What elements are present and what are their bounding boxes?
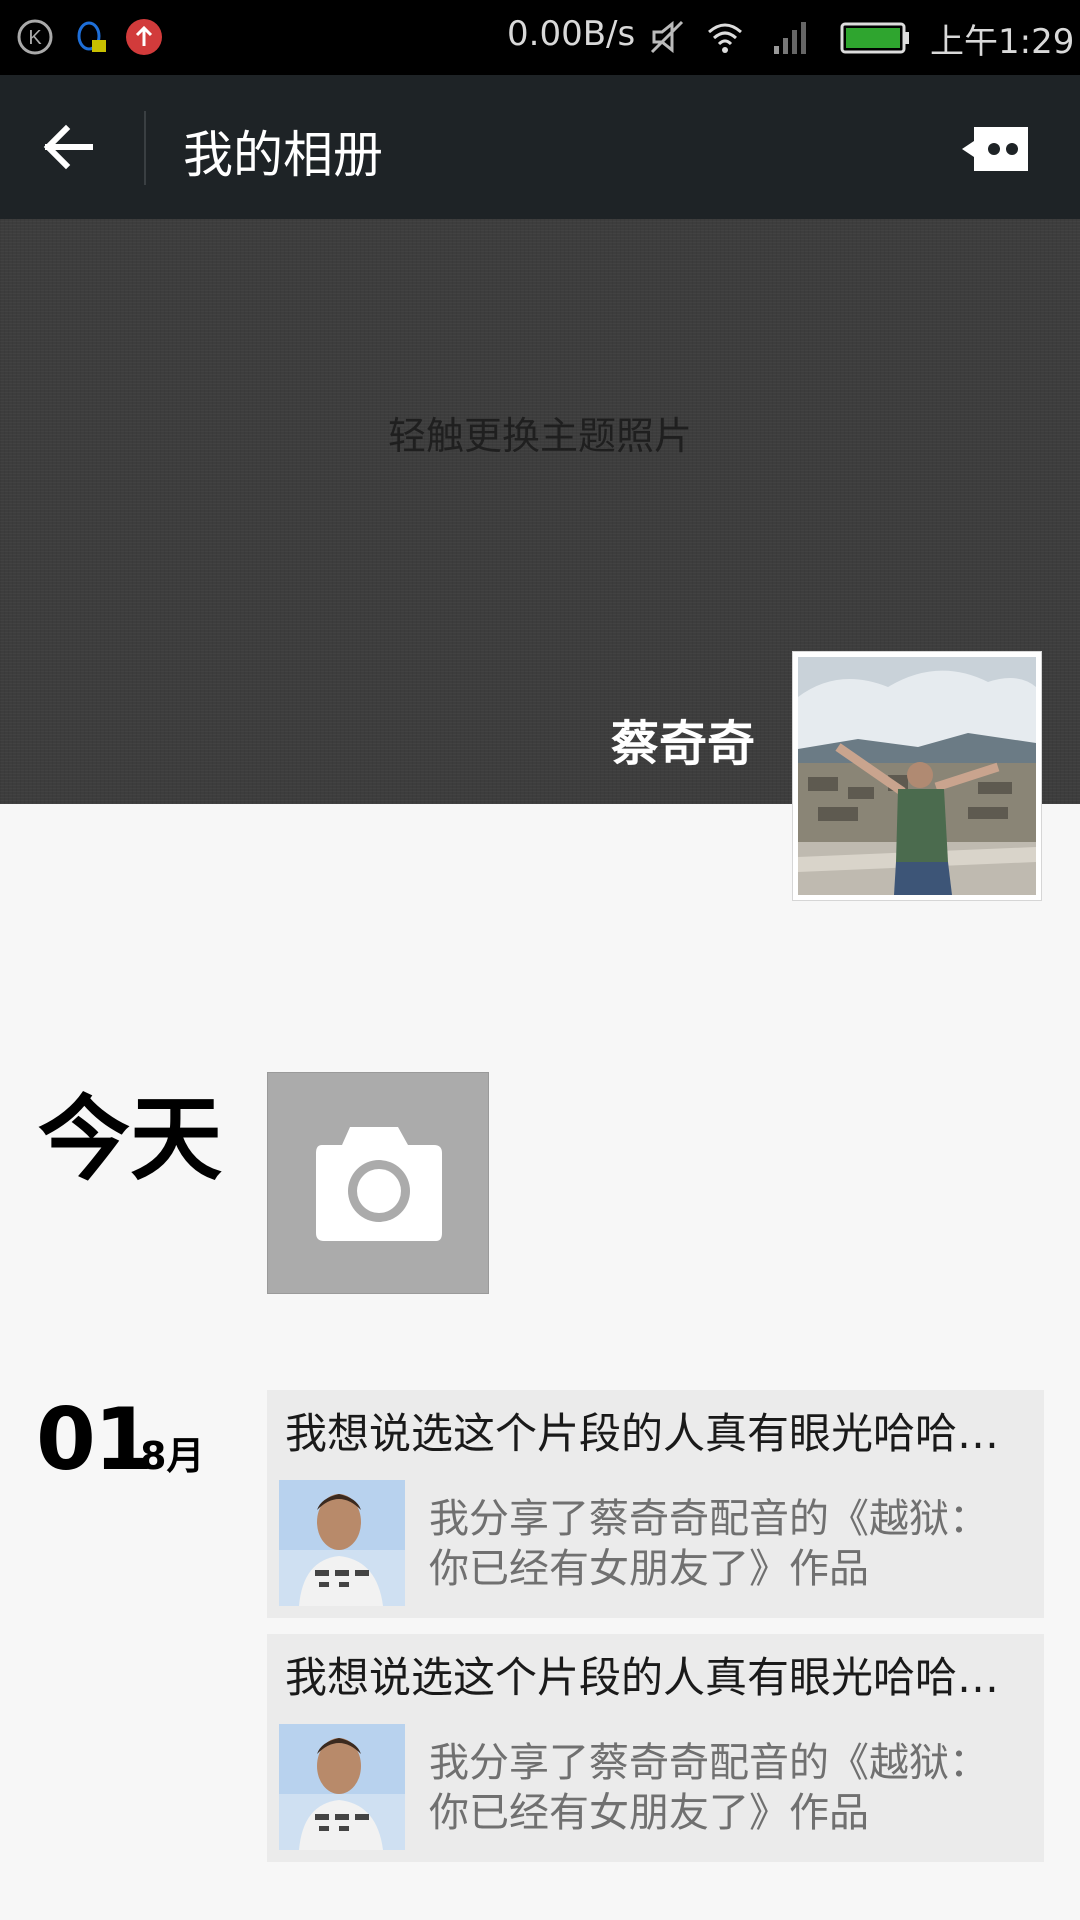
date-month: 8月: [140, 1434, 205, 1478]
post-thumbnail: [279, 1724, 405, 1850]
status-bar: K 0.00B/s 上午1:29: [0, 0, 1080, 75]
back-arrow-icon[interactable]: [40, 117, 100, 177]
signal-icon: [774, 22, 806, 54]
add-photo-button[interactable]: [267, 1072, 489, 1294]
upload-icon: [126, 19, 162, 55]
battery-icon: [840, 22, 909, 54]
post-thumbnail: [279, 1480, 405, 1606]
wifi-icon: [708, 23, 742, 53]
more-comment-icon[interactable]: [960, 123, 1032, 175]
list-item[interactable]: 我想说选这个片段的人真有眼光哈哈哈哈哈 我分享了蔡奇奇配音的《越狱：你已经有女朋…: [267, 1390, 1044, 1618]
camera-icon: [316, 1127, 442, 1241]
post-share-text: 我分享了蔡奇奇配音的《越狱：你已经有女朋友了》作品: [429, 1496, 989, 1592]
post-title: 我想说选这个片段的人真有眼光哈哈哈哈哈: [285, 1409, 1030, 1458]
avatar[interactable]: [792, 651, 1042, 901]
network-speed: 0.00B/s: [507, 14, 636, 54]
page-title: 我的相册: [183, 126, 383, 184]
post-title: 我想说选这个片段的人真有眼光哈哈哈哈哈: [285, 1653, 1030, 1702]
avatar-photo: [798, 657, 1036, 895]
list-item[interactable]: 我想说选这个片段的人真有眼光哈哈哈哈哈 我分享了蔡奇奇配音的《越狱：你已经有女朋…: [267, 1634, 1044, 1862]
today-label: 今天: [38, 1086, 223, 1193]
post-share-text: 我分享了蔡奇奇配音的《越狱：你已经有女朋友了》作品: [429, 1740, 989, 1836]
cover-hint: 轻触更换主题照片: [387, 414, 692, 458]
qq-notification-icon: [77, 21, 106, 52]
mute-icon: [650, 20, 684, 54]
k-app-icon: K: [17, 19, 53, 55]
clock: 上午1:29: [930, 22, 1075, 62]
date-day: 01: [36, 1390, 154, 1490]
svg-text:K: K: [28, 27, 42, 49]
title-divider: [144, 111, 146, 185]
title-bar: 我的相册: [0, 75, 1080, 219]
username: 蔡奇奇: [610, 716, 755, 772]
